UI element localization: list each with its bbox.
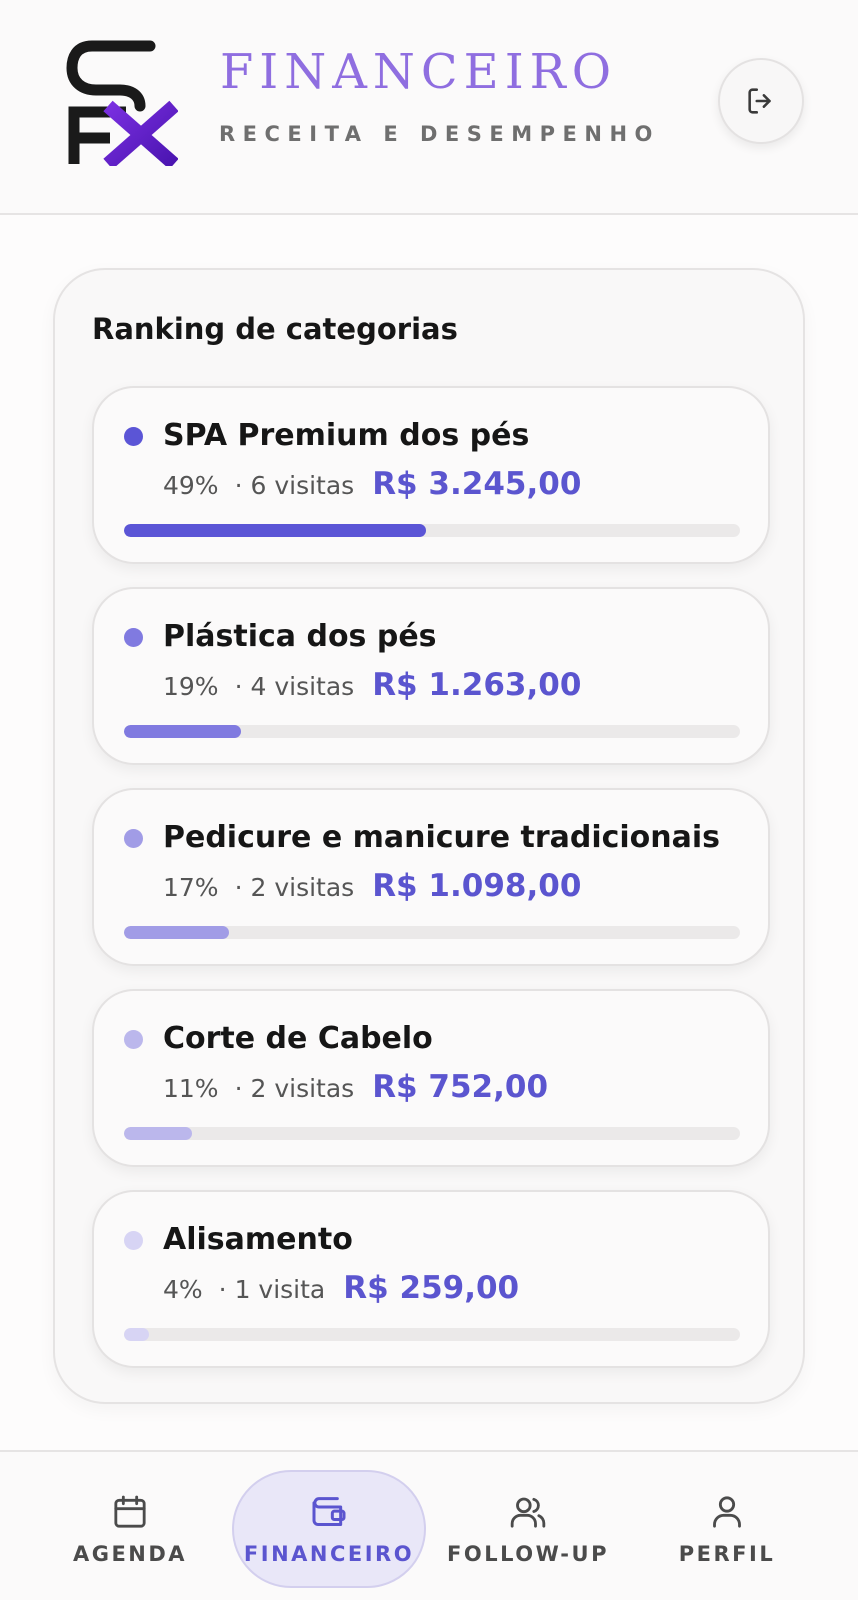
category-percent: 4% [163,1275,203,1304]
bottom-nav: AGENDA FINANCEIRO FOLLOW-UP PERFIL [0,1450,858,1600]
nav-label: FINANCEIRO [243,1542,415,1566]
logout-button[interactable] [718,58,804,144]
logout-icon [748,88,771,114]
progress-fill [124,926,229,939]
progress-fill [124,1127,192,1140]
category-card[interactable]: Plástica dos pés 19% · 4 visitas R$ 1.26… [92,587,770,765]
category-amount: R$ 3.245,00 [372,466,582,502]
ranking-panel: Ranking de categorias SPA Premium dos pé… [53,268,805,1404]
category-visits: · 2 visitas [234,873,355,902]
category-name: Pedicure e manicure tradicionais [163,820,721,855]
ranking-title: Ranking de categorias [92,312,458,346]
progress-track [124,1328,740,1341]
page-title: FINANCEIRO [220,44,618,100]
app-header: FINANCEIRO RECEITA E DESEMPENHO [0,0,858,215]
category-percent: 17% [163,873,219,902]
category-visits: · 4 visitas [234,672,355,701]
category-name: SPA Premium dos pés [163,418,530,453]
nav-label: AGENDA [72,1542,188,1566]
category-dot [124,829,143,848]
nav-perfil[interactable]: PERFIL [630,1470,824,1588]
progress-fill [124,524,426,537]
nav-label: PERFIL [678,1542,776,1566]
calendar-icon [114,1495,146,1528]
category-name: Alisamento [163,1222,353,1257]
progress-track [124,524,740,537]
nav-financeiro[interactable]: FINANCEIRO [232,1470,426,1588]
category-meta: 19% · 4 visitas R$ 1.263,00 [163,667,581,703]
category-name: Corte de Cabelo [163,1021,433,1056]
category-meta: 49% · 6 visitas R$ 3.245,00 [163,466,581,502]
category-percent: 11% [163,1074,219,1103]
category-visits: · 1 visita [218,1275,326,1304]
progress-track [124,725,740,738]
category-visits: · 6 visitas [234,471,355,500]
progress-fill [124,1328,149,1341]
category-card[interactable]: Pedicure e manicure tradicionais 17% · 2… [92,788,770,966]
page-subtitle: RECEITA E DESEMPENHO [219,122,660,146]
category-amount: R$ 1.263,00 [372,667,582,703]
sfx-logo [66,40,178,166]
progress-track [124,1127,740,1140]
category-card[interactable]: Corte de Cabelo 11% · 2 visitas R$ 752,0… [92,989,770,1167]
nav-agenda[interactable]: AGENDA [33,1470,227,1588]
category-meta: 17% · 2 visitas R$ 1.098,00 [163,868,581,904]
nav-label: FOLLOW-UP [447,1542,609,1566]
category-amount: R$ 752,00 [372,1069,549,1105]
category-dot [124,427,143,446]
category-meta: 4% · 1 visita R$ 259,00 [163,1270,519,1306]
category-dot [124,1231,143,1250]
user-icon [713,1496,741,1528]
category-dot [124,1030,143,1049]
category-dot [124,628,143,647]
nav-follow-up[interactable]: FOLLOW-UP [431,1470,625,1588]
users-icon [510,1497,546,1528]
category-amount: R$ 1.098,00 [372,868,582,904]
category-amount: R$ 259,00 [343,1270,520,1306]
wallet-icon [312,1497,346,1526]
progress-fill [124,725,242,738]
category-visits: · 2 visitas [234,1074,355,1103]
category-percent: 49% [163,471,219,500]
category-percent: 19% [163,672,219,701]
category-card[interactable]: SPA Premium dos pés 49% · 6 visitas R$ 3… [92,386,770,564]
category-meta: 11% · 2 visitas R$ 752,00 [163,1069,548,1105]
progress-track [124,926,740,939]
category-name: Plástica dos pés [163,619,437,654]
category-card[interactable]: Alisamento 4% · 1 visita R$ 259,00 [92,1190,770,1368]
